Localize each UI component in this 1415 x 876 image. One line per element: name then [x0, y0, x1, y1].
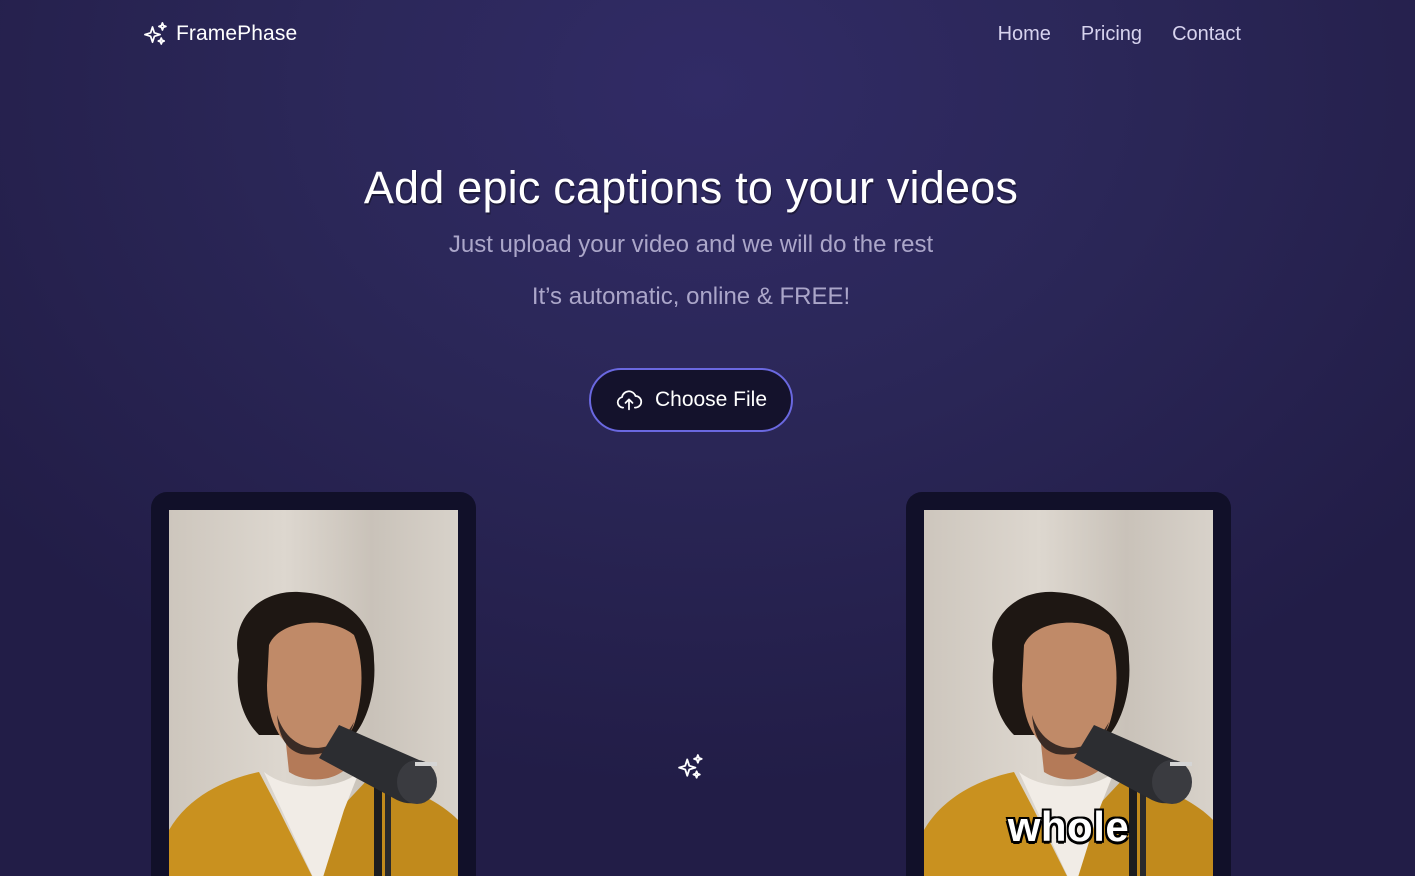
sparkles-icon: [676, 752, 706, 782]
person-at-microphone-image: [169, 510, 458, 876]
brand-logo-link[interactable]: FramePhase: [142, 20, 297, 48]
hero-subtitle: Just upload your video and we will do th…: [448, 231, 934, 258]
choose-file-label: Choose File: [654, 388, 768, 411]
hero-title: Add epic captions to your videos: [363, 162, 1019, 213]
page: FramePhase Home Pricing Contact Add epic…: [0, 0, 1415, 876]
hero-tagline: It’s automatic, online & FREE!: [531, 283, 851, 310]
main-nav: Home Pricing Contact: [998, 23, 1241, 46]
sparkles-icon: [142, 20, 170, 48]
hero-section: Add epic captions to your videos Just up…: [0, 162, 1415, 311]
top-nav: FramePhase Home Pricing Contact: [142, 14, 1241, 54]
video-caption-text: whole: [1007, 803, 1130, 850]
nav-contact-link[interactable]: Contact: [1172, 23, 1241, 46]
nav-pricing-link[interactable]: Pricing: [1081, 23, 1142, 46]
captioned-video-frame: whole: [906, 492, 1231, 876]
choose-file-button[interactable]: Choose File: [589, 368, 793, 432]
original-video-frame: [151, 492, 476, 876]
cloud-upload-icon: [615, 386, 643, 414]
original-video-preview[interactable]: [169, 510, 458, 876]
brand-name: FramePhase: [176, 22, 298, 45]
nav-home-link[interactable]: Home: [998, 23, 1051, 46]
captioned-video-preview[interactable]: whole: [924, 510, 1213, 876]
